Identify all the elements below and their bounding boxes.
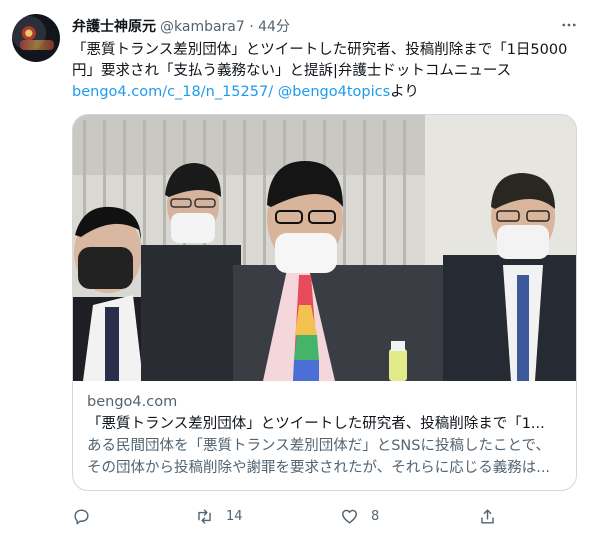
avatar[interactable] xyxy=(12,14,60,62)
author-handle-time[interactable]: @kambara7 · 44分 xyxy=(160,19,290,35)
retweet-button[interactable]: 14 xyxy=(195,504,243,528)
card-title: 「悪質トランス差別団体」とツイートした研究者、投稿削除まで「1... xyxy=(87,416,545,432)
card-domain: bengo4.com xyxy=(87,394,178,410)
tweet-link-url[interactable]: bengo4.com/c_18/n_15257/ xyxy=(72,84,273,100)
retweet-count: 14 xyxy=(226,508,243,524)
reply-icon xyxy=(74,508,89,524)
author-name[interactable]: 弁護士神原元 xyxy=(72,19,156,35)
share-button[interactable] xyxy=(478,504,497,528)
water-bottle xyxy=(389,341,407,381)
tweet[interactable]: 弁護士神原元 @kambara7 · 44分 「悪質トランス差別団体」とツイートし… xyxy=(0,0,595,539)
card-description-line-1: ある民間団体を「悪質トランス差別団体だ」とSNSに投稿したことで、 xyxy=(87,438,550,454)
more-horizontal-icon xyxy=(562,23,576,27)
heart-icon xyxy=(342,509,357,524)
link-card[interactable]: bengo4.com 「悪質トランス差別団体」とツイートした研究者、投稿削除まで… xyxy=(72,114,577,491)
share-icon xyxy=(481,508,494,524)
tweet-text-line-3: bengo4.com/c_18/n_15257/ @bengo4topicsより xyxy=(72,82,572,103)
tweet-link-suffix: より xyxy=(390,84,419,100)
card-image[interactable] xyxy=(73,115,577,381)
tweet-text: 「悪質トランス差別団体」とツイートした研究者、投稿削除まで「1日5000 円」要… xyxy=(72,40,572,103)
tweet-actions: 14 8 xyxy=(72,504,502,528)
like-count: 8 xyxy=(371,508,380,524)
card-info: bengo4.com 「悪質トランス差別団体」とツイートした研究者、投稿削除まで… xyxy=(87,391,567,479)
tweet-link-mention[interactable]: @bengo4topics xyxy=(278,84,390,100)
reply-button[interactable] xyxy=(72,504,91,528)
tweet-text-line-1: 「悪質トランス差別団体」とツイートした研究者、投稿削除まで「1日5000 xyxy=(72,42,568,58)
more-icon[interactable] xyxy=(556,12,582,38)
tweet-header: 弁護士神原元 @kambara7 · 44分 xyxy=(72,16,290,36)
tweet-text-line-2: 円」要求され「支払う義務ない」と提訴|弁護士ドットコムニュース xyxy=(72,63,512,79)
like-button[interactable]: 8 xyxy=(340,504,379,528)
card-description-line-2: その団体から投稿削除や謝罪を要求されたが、それらに応じる義務は... xyxy=(87,460,551,476)
retweet-icon xyxy=(198,508,211,524)
